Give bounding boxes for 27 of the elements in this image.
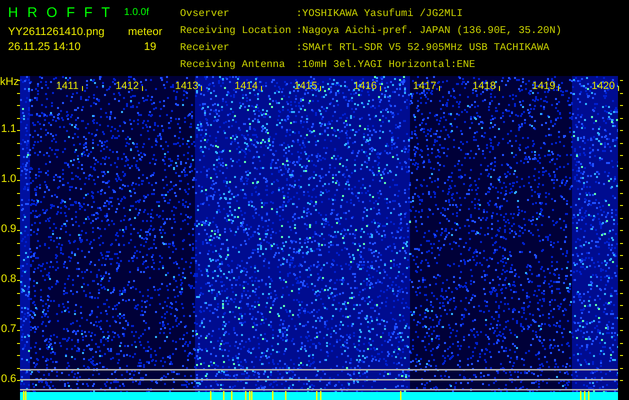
station-label: Receiving Antenna xyxy=(180,59,286,73)
detection-count: 19 xyxy=(143,40,158,52)
app-name: H R O F F T xyxy=(8,3,113,21)
unit-label: kHz xyxy=(0,76,19,88)
station-value: :10mH 3el.YAGI Horizontal:ENE xyxy=(296,59,476,73)
frequency-label: 1.0 xyxy=(1,173,16,185)
time-label: 1416 xyxy=(354,80,377,92)
time-label: 1414 xyxy=(234,80,258,92)
frequency-label: 0.8 xyxy=(1,273,16,285)
version-label: 1.0.0f xyxy=(124,6,150,18)
frequency-label: 0.9 xyxy=(1,223,16,235)
station-value: :YOSHIKAWA Yasufumi /JG2MLI xyxy=(296,8,464,22)
time-label: 1413 xyxy=(175,80,198,92)
timestamp: 26.11.25 14:10 xyxy=(8,40,82,52)
station-label: Receiver xyxy=(180,42,230,56)
station-value: :SMArt RTL-SDR V5 52.905MHz USB TACHIKAWA xyxy=(296,42,550,56)
station-label: Receiving Location xyxy=(180,25,292,39)
detection-type: meteor xyxy=(127,26,164,38)
time-label: 1411 xyxy=(56,80,79,92)
station-value: :Nagoya Aichi-pref. JAPAN (136.90E, 35.20N) xyxy=(296,25,562,39)
frequency-label: 0.7 xyxy=(1,323,16,335)
station-label: Ovserver xyxy=(180,8,230,22)
time-label: 1420 xyxy=(592,80,615,92)
time-label: 1415 xyxy=(294,80,318,92)
frequency-label: 0.6 xyxy=(1,373,16,385)
file-name: YY2611261410.png xyxy=(8,26,106,38)
frequency-label: 1.1 xyxy=(1,123,16,135)
